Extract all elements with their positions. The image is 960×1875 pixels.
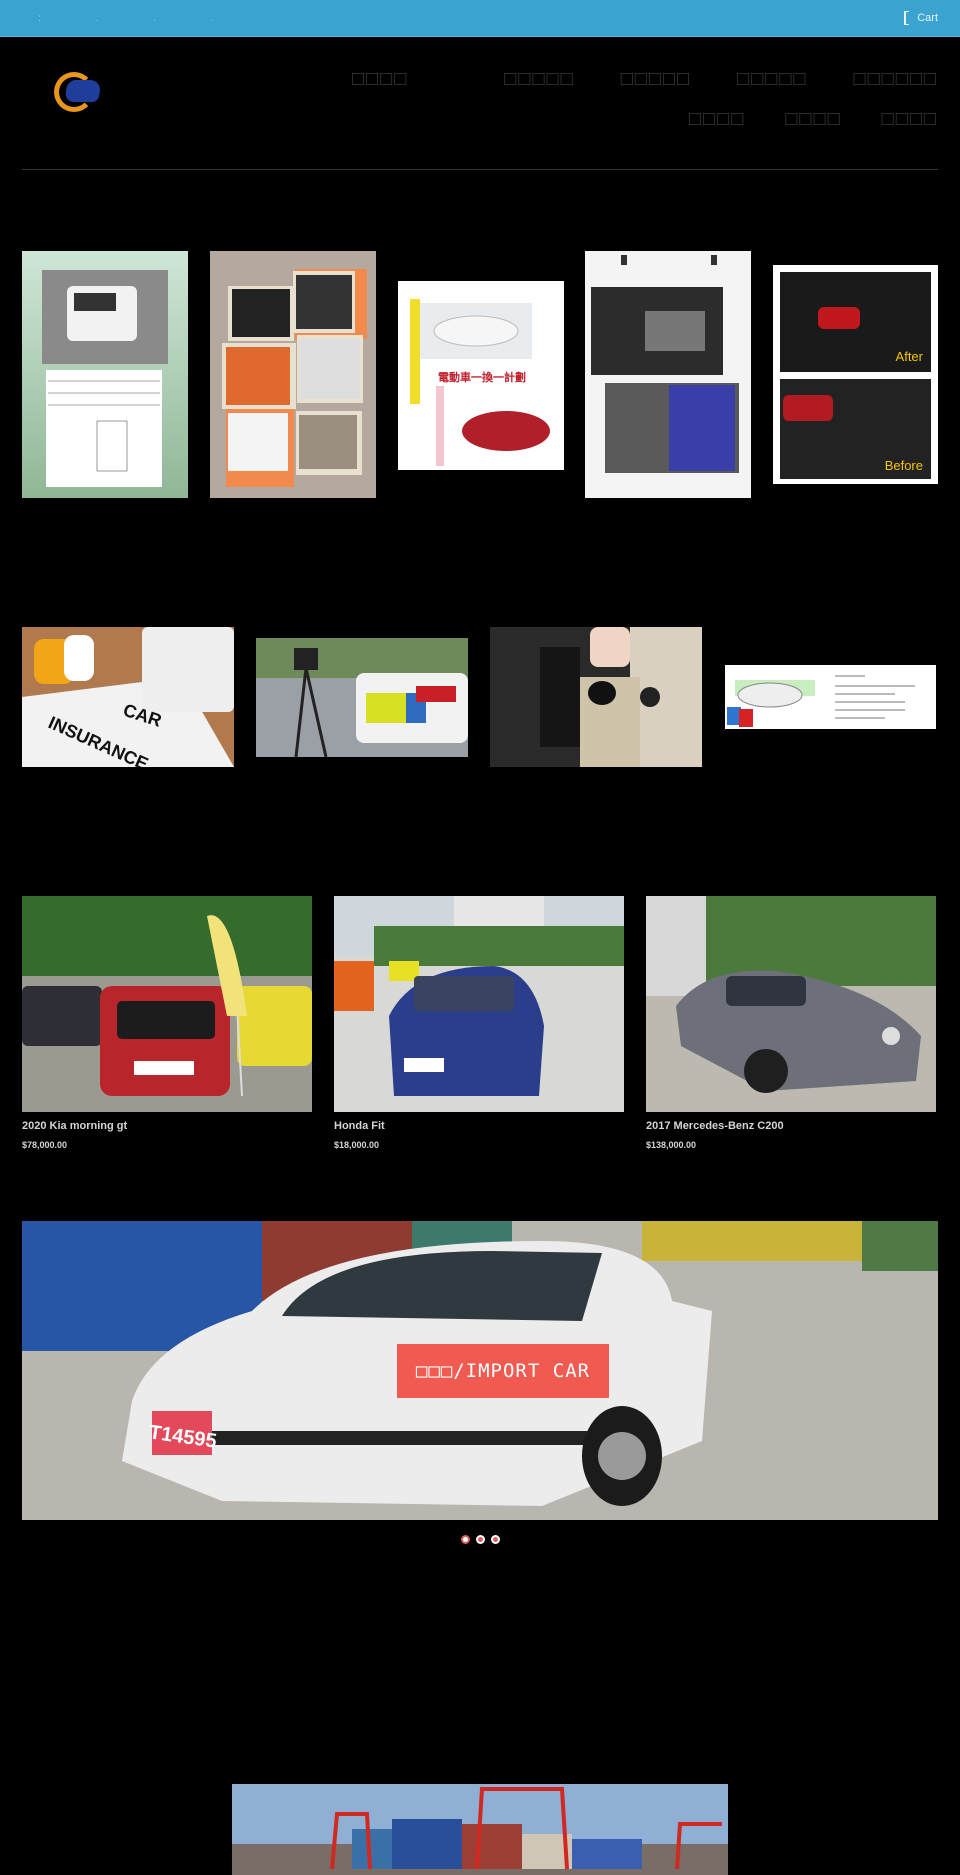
product-image-kia[interactable] <box>22 896 312 1112</box>
speed-camera-tile[interactable] <box>256 638 468 757</box>
product-card[interactable]: Honda Fit $18,000.00 <box>334 896 624 1150</box>
product-image-honda[interactable] <box>334 896 624 1112</box>
nav-item-5[interactable]: □□□□□□ <box>854 68 938 108</box>
ev-trade-in-tile[interactable]: 電動車一換一計劃 <box>398 281 564 470</box>
product-card[interactable]: 2017 Mercedes-Benz C200 $138,000.00 <box>646 896 936 1150</box>
ev-tile-caption: 電動車一換一計劃 <box>438 370 526 384</box>
import-car-cta-button[interactable]: □□□/IMPORT CAR <box>397 1344 609 1398</box>
nav-item-4[interactable]: □□□□□ <box>737 68 807 108</box>
product-card[interactable]: 2020 Kia morning gt $78,000.00 <box>22 896 312 1150</box>
product-price: $138,000.00 <box>646 1140 697 1150</box>
cart-icon <box>904 11 910 25</box>
nav-item-6[interactable]: □□□□ <box>689 108 745 148</box>
site-logo[interactable] <box>52 70 104 114</box>
bodywork-before-after-tile[interactable]: After Before <box>773 265 938 484</box>
auction-sheet-tile[interactable] <box>22 251 188 498</box>
product-price: $18,000.00 <box>334 1140 380 1150</box>
product-image-mercedes[interactable] <box>646 896 936 1112</box>
hero-slider[interactable]: T14595 □□□/IMPORT CAR <box>22 1221 938 1520</box>
slide-dot-2[interactable] <box>475 1535 485 1544</box>
nav-item-2[interactable]: □□□□□ <box>504 68 574 108</box>
nav-row-2: □□□□ □□□□ □□□□ <box>318 108 938 148</box>
product-name[interactable]: 2017 Mercedes-Benz C200 <box>646 1120 936 1132</box>
container-port-image <box>232 1784 728 1875</box>
car-insurance-tile[interactable]: CAR INSURANCE <box>22 627 234 767</box>
cart-label: Cart <box>917 12 938 24</box>
slide-dot-1[interactable] <box>460 1535 470 1544</box>
engine-maintenance-tile[interactable] <box>490 627 702 767</box>
header-divider <box>22 169 938 170</box>
top-bar-links[interactable]: : . . . <box>38 13 239 24</box>
nav-item-3[interactable]: □□□□□ <box>621 68 691 108</box>
product-price: $78,000.00 <box>22 1140 68 1150</box>
car-repair-tile[interactable] <box>585 251 751 498</box>
slide-dot-3[interactable] <box>490 1535 500 1544</box>
car-wash-tile[interactable] <box>725 665 936 729</box>
used-cars-collage-tile[interactable] <box>210 251 376 498</box>
product-name[interactable]: 2020 Kia morning gt <box>22 1120 312 1132</box>
nav-item-home[interactable]: □□□□ <box>352 68 408 108</box>
product-name[interactable]: Honda Fit <box>334 1120 624 1132</box>
cart-button[interactable]: Cart <box>904 11 938 25</box>
after-label: After <box>896 349 924 364</box>
nav-item-7[interactable]: □□□□ <box>785 108 841 148</box>
main-nav: □□□□ □□□□□ □□□□□ □□□□□ □□□□□□ □□□□ □□□□ … <box>318 68 938 148</box>
nav-row-1: □□□□ □□□□□ □□□□□ □□□□□ □□□□□□ <box>318 68 938 108</box>
before-label: Before <box>885 458 923 473</box>
nav-item-8[interactable]: □□□□ <box>882 108 938 148</box>
slider-pagination <box>0 1535 960 1544</box>
top-bar: : . . . Cart <box>0 0 960 37</box>
logo-mark-icon <box>64 80 102 102</box>
